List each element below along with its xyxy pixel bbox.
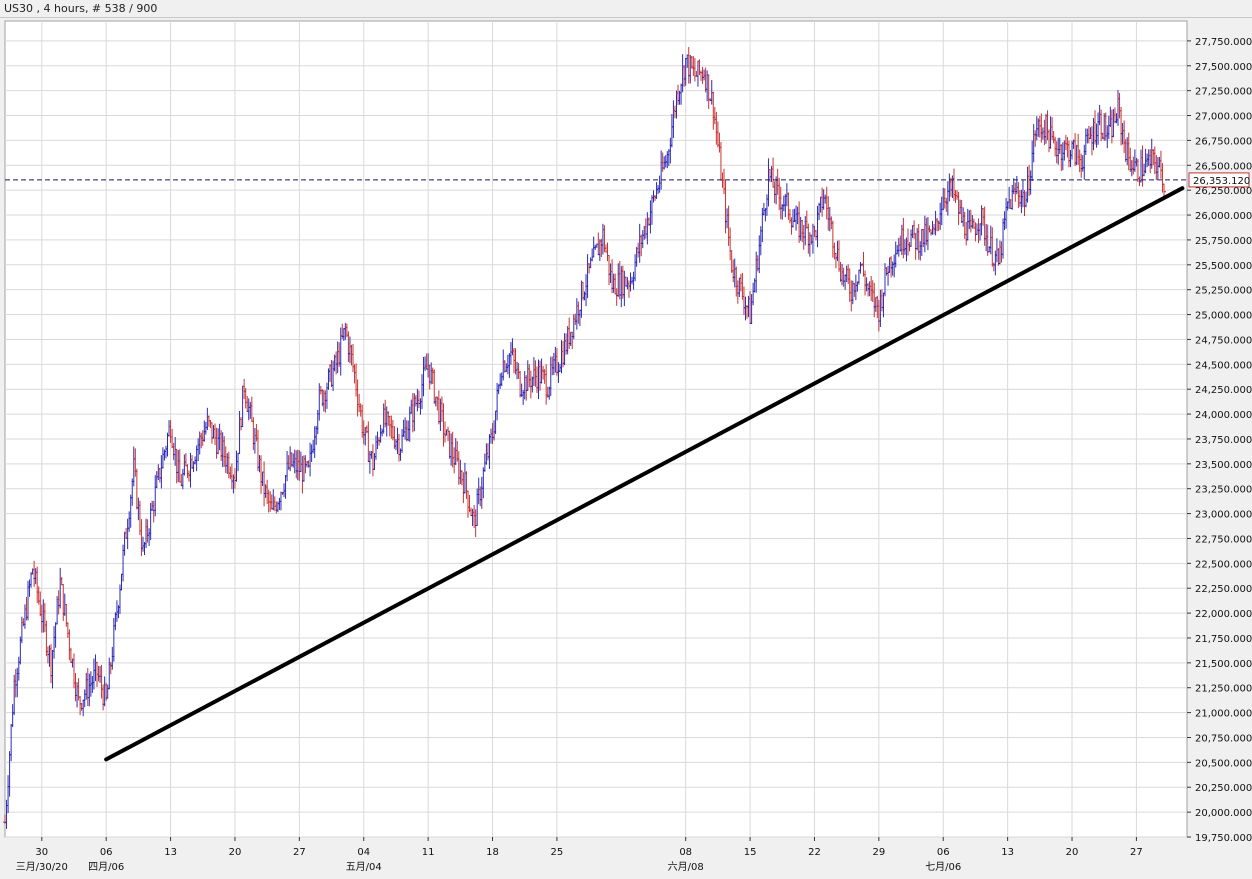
y-tick-label: 22,500.000 — [1195, 559, 1252, 570]
x-tick-label: 04 — [357, 847, 370, 858]
x-tick-label: 29 — [872, 847, 885, 858]
y-tick-label: 21,500.000 — [1195, 659, 1252, 670]
y-tick-label: 22,750.000 — [1195, 534, 1252, 545]
y-tick-label: 20,250.000 — [1195, 783, 1252, 794]
x-tick-label: 22 — [808, 847, 821, 858]
x-tick-label: 30 — [35, 847, 48, 858]
month-label: 七月/06 — [925, 861, 961, 873]
y-tick-label: 24,000.000 — [1195, 410, 1252, 421]
y-tick-label: 21,250.000 — [1195, 684, 1252, 695]
y-tick-label: 25,750.000 — [1195, 236, 1252, 247]
y-tick-label: 24,500.000 — [1195, 360, 1252, 371]
y-tick-label: 27,000.000 — [1195, 112, 1252, 123]
y-tick-label: 26,250.000 — [1195, 186, 1252, 197]
y-tick-label: 26,000.000 — [1195, 211, 1252, 222]
y-tick-label: 23,250.000 — [1195, 485, 1252, 496]
y-tick-label: 24,750.000 — [1195, 335, 1252, 346]
y-tick-label: 20,750.000 — [1195, 733, 1252, 744]
y-tick-label: 27,500.000 — [1195, 62, 1252, 73]
x-tick-label: 13 — [164, 847, 177, 858]
price-axis: 19,750.000 20,000.000 20,250.000 20,500.000… — [1187, 37, 1252, 844]
y-tick-label: 26,750.000 — [1195, 136, 1252, 147]
y-tick-label: 26,500.000 — [1195, 161, 1252, 172]
ohlc-chart[interactable]: 26,353.120 19,750.00020,000.00020,250.00… — [0, 0, 1252, 879]
x-tick-label: 20 — [1066, 847, 1079, 858]
month-label: 六月/08 — [668, 861, 704, 873]
x-tick-label: 20 — [229, 847, 242, 858]
x-tick-label: 13 — [1001, 847, 1014, 858]
y-tick-label: 25,500.000 — [1195, 261, 1252, 272]
y-tick-label: 25,000.000 — [1195, 311, 1252, 322]
month-label: 五月/04 — [346, 861, 382, 873]
plot-area — [4, 20, 1188, 838]
month-label: 三月/30/20 — [16, 861, 68, 873]
x-tick-label: 18 — [486, 847, 499, 858]
y-tick-label: 20,000.000 — [1195, 808, 1252, 819]
y-tick-label: 22,250.000 — [1195, 584, 1252, 595]
x-tick-label: 15 — [744, 847, 757, 858]
y-tick-label: 24,250.000 — [1195, 385, 1252, 396]
x-tick-label: 06 — [937, 847, 950, 858]
x-tick-label: 06 — [100, 847, 113, 858]
y-tick-label: 25,250.000 — [1195, 286, 1252, 297]
x-tick-label: 27 — [293, 847, 306, 858]
y-tick-label: 27,750.000 — [1195, 37, 1252, 48]
time-axis: 30 06 13 20 27 04 11 18 25 08 15 22 29 06 13 20 27 三月/30/… — [16, 837, 1143, 873]
chart-window: US30 , 4 hours, # 538 / 900 26,353.120 1… — [0, 0, 1252, 879]
x-tick-label: 08 — [679, 847, 692, 858]
x-tick-label: 25 — [551, 847, 564, 858]
x-tick-label: 27 — [1130, 847, 1143, 858]
y-tick-label: 19,750.000 — [1195, 833, 1252, 844]
x-tick-label: 11 — [422, 847, 435, 858]
y-tick-label: 23,000.000 — [1195, 510, 1252, 521]
month-label: 四月/06 — [88, 861, 124, 873]
y-tick-label: 21,750.000 — [1195, 634, 1252, 645]
y-tick-label: 23,500.000 — [1195, 460, 1252, 471]
y-tick-label: 20,500.000 — [1195, 758, 1252, 769]
y-tick-label: 27,250.000 — [1195, 87, 1252, 98]
y-tick-label: 21,000.000 — [1195, 709, 1252, 720]
y-tick-label: 22,000.000 — [1195, 609, 1252, 620]
y-tick-label: 23,750.000 — [1195, 435, 1252, 446]
